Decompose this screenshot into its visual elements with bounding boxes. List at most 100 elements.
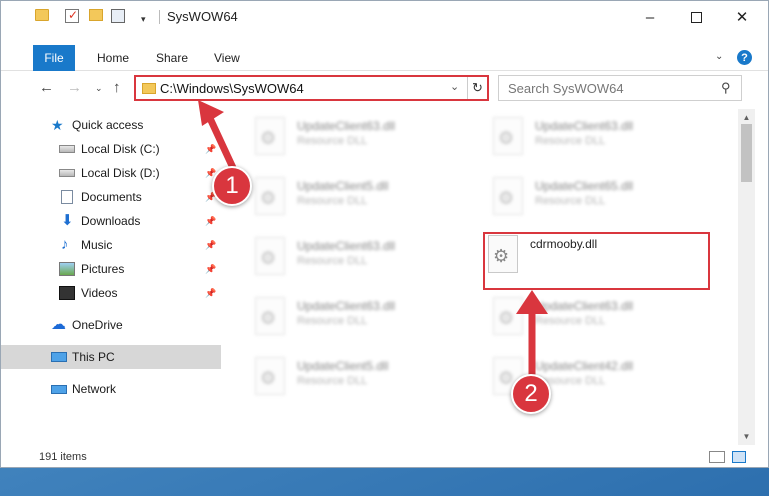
scroll-thumb[interactable] bbox=[741, 124, 752, 182]
sidebar-item-label: Local Disk (C:) bbox=[81, 142, 160, 156]
pin-icon[interactable]: 📌 bbox=[205, 240, 216, 251]
file-name: UpdateClient5.dll bbox=[297, 179, 389, 193]
dll-file-icon bbox=[493, 177, 523, 215]
forward-button[interactable]: → bbox=[67, 79, 82, 96]
file-item[interactable]: UpdateClient63.dll Resource DLL bbox=[479, 113, 705, 165]
vertical-scrollbar[interactable]: ▲ ▼ bbox=[738, 109, 755, 445]
pin-icon[interactable]: 📌 bbox=[205, 216, 216, 227]
scroll-down-icon[interactable]: ▼ bbox=[738, 428, 755, 445]
tab-home[interactable]: Home bbox=[97, 51, 129, 65]
file-type: Resource DLL bbox=[535, 135, 606, 147]
back-button[interactable]: ← bbox=[39, 79, 54, 96]
title-bar: ▾ SysWOW64 – ✕ bbox=[1, 1, 768, 33]
file-name: UpdateClient63.dll bbox=[297, 299, 396, 313]
sidebar-item-pictures[interactable]: Pictures 📌 bbox=[1, 257, 221, 281]
callout-arrow-2 bbox=[516, 290, 548, 382]
callout-arrow-1 bbox=[198, 100, 238, 174]
sidebar-item-label: Documents bbox=[81, 190, 142, 204]
dll-file-icon bbox=[255, 297, 285, 335]
file-type: Resource DLL bbox=[535, 195, 606, 207]
address-bar[interactable]: C:\Windows\SysWOW64 ⌄ ↻ bbox=[134, 75, 489, 101]
sidebar-item-videos[interactable]: Videos 📌 bbox=[1, 281, 221, 305]
file-type: Resource DLL bbox=[297, 375, 368, 387]
sidebar-item-label: Downloads bbox=[81, 214, 141, 228]
refresh-button[interactable]: ↻ bbox=[467, 77, 487, 99]
item-count: 191 items bbox=[39, 451, 87, 463]
large-icons-view-icon[interactable] bbox=[732, 451, 746, 463]
file-item[interactable]: UpdateClient65.dll Resource DLL bbox=[479, 173, 705, 225]
search-icon[interactable]: ⚲ bbox=[721, 80, 731, 96]
pictures-icon bbox=[59, 262, 75, 276]
disk-icon bbox=[59, 169, 75, 177]
details-view-icon[interactable] bbox=[709, 451, 725, 463]
videos-icon bbox=[59, 286, 75, 300]
help-icon[interactable]: ? bbox=[737, 50, 752, 65]
sidebar-item-label: Videos bbox=[81, 286, 118, 300]
new-folder-icon[interactable] bbox=[89, 9, 103, 21]
sidebar-item-music[interactable]: ♪ Music 📌 bbox=[1, 233, 221, 257]
file-name: UpdateClient65.dll bbox=[535, 179, 634, 193]
properties-check-icon[interactable] bbox=[65, 8, 79, 23]
up-button[interactable]: ↑ bbox=[113, 79, 121, 96]
file-name: UpdateClient63.dll bbox=[297, 239, 396, 253]
documents-icon bbox=[61, 190, 73, 204]
customize-icon[interactable] bbox=[111, 9, 125, 23]
navigation-pane: ★ Quick access Local Disk (C:) 📌 Local D… bbox=[1, 109, 221, 445]
tab-file[interactable]: File bbox=[33, 45, 75, 71]
sidebar-item-label: Quick access bbox=[72, 118, 144, 132]
file-type: Resource DLL bbox=[297, 195, 368, 207]
file-item[interactable]: UpdateClient63.dll Resource DLL bbox=[241, 293, 467, 345]
dll-file-icon bbox=[255, 237, 285, 275]
download-icon: ⬇ bbox=[61, 212, 74, 229]
folder-icon bbox=[142, 83, 156, 94]
sidebar-item-label: Pictures bbox=[81, 262, 125, 276]
pin-icon[interactable]: 📌 bbox=[205, 288, 216, 299]
sidebar-item-this-pc[interactable]: This PC bbox=[1, 345, 221, 369]
file-name: UpdateClient5.dll bbox=[297, 359, 389, 373]
tab-view[interactable]: View bbox=[214, 51, 240, 65]
maximize-button[interactable] bbox=[673, 1, 719, 33]
file-item[interactable]: UpdateClient63.dll Resource DLL bbox=[241, 233, 467, 285]
address-path[interactable]: C:\Windows\SysWOW64 bbox=[160, 81, 304, 96]
quick-access-dropdown-icon[interactable]: ▾ bbox=[141, 11, 146, 27]
network-icon bbox=[51, 384, 67, 394]
sidebar-item-label: This PC bbox=[72, 350, 115, 364]
sidebar-item-downloads[interactable]: ⬇ Downloads 📌 bbox=[1, 209, 221, 233]
ribbon-tabs: File Home Share View ⌄ ? bbox=[1, 45, 768, 71]
file-item[interactable]: UpdateClient63.dll Resource DLL bbox=[241, 113, 467, 165]
sidebar-item-documents[interactable]: Documents 📌 bbox=[1, 185, 221, 209]
star-icon: ★ bbox=[51, 117, 64, 133]
file-highlight-box bbox=[483, 232, 710, 290]
window-title: SysWOW64 bbox=[167, 9, 238, 24]
dll-file-icon bbox=[255, 357, 285, 395]
close-button[interactable]: ✕ bbox=[719, 1, 765, 33]
sidebar-item-label: OneDrive bbox=[72, 318, 123, 332]
file-type: Resource DLL bbox=[297, 315, 368, 327]
maximize-icon bbox=[690, 11, 702, 23]
file-item[interactable]: UpdateClient5.dll Resource DLL bbox=[241, 353, 467, 405]
sidebar-item-local-disk-d[interactable]: Local Disk (D:) 📌 bbox=[1, 161, 221, 185]
dll-file-icon bbox=[255, 117, 285, 155]
folder-icon[interactable] bbox=[35, 9, 49, 21]
dll-file-icon bbox=[493, 117, 523, 155]
disk-icon bbox=[59, 145, 75, 153]
search-placeholder: Search SysWOW64 bbox=[508, 81, 624, 96]
pin-icon[interactable]: 📌 bbox=[205, 264, 216, 275]
sidebar-item-network[interactable]: Network bbox=[1, 377, 221, 401]
search-input[interactable]: Search SysWOW64 ⚲ bbox=[498, 75, 742, 101]
file-name: UpdateClient63.dll bbox=[535, 119, 634, 133]
sidebar-item-label: Network bbox=[72, 382, 117, 396]
step-badge-1: 1 bbox=[212, 166, 252, 206]
sidebar-item-onedrive[interactable]: ☁ OneDrive bbox=[1, 313, 221, 337]
address-dropdown-icon[interactable]: ⌄ bbox=[450, 80, 459, 93]
expand-ribbon-icon[interactable]: ⌄ bbox=[715, 51, 723, 62]
recent-locations-button[interactable]: ⌄ bbox=[95, 83, 103, 94]
sidebar-item-local-disk-c[interactable]: Local Disk (C:) 📌 bbox=[1, 137, 221, 161]
title-separator bbox=[159, 10, 160, 24]
sidebar-item-label: Local Disk (D:) bbox=[81, 166, 160, 180]
minimize-button[interactable]: – bbox=[627, 1, 673, 33]
tab-share[interactable]: Share bbox=[156, 51, 188, 65]
step-badge-2: 2 bbox=[511, 374, 551, 414]
file-item[interactable]: UpdateClient5.dll Resource DLL bbox=[241, 173, 467, 225]
sidebar-item-quick-access[interactable]: ★ Quick access bbox=[1, 113, 221, 137]
